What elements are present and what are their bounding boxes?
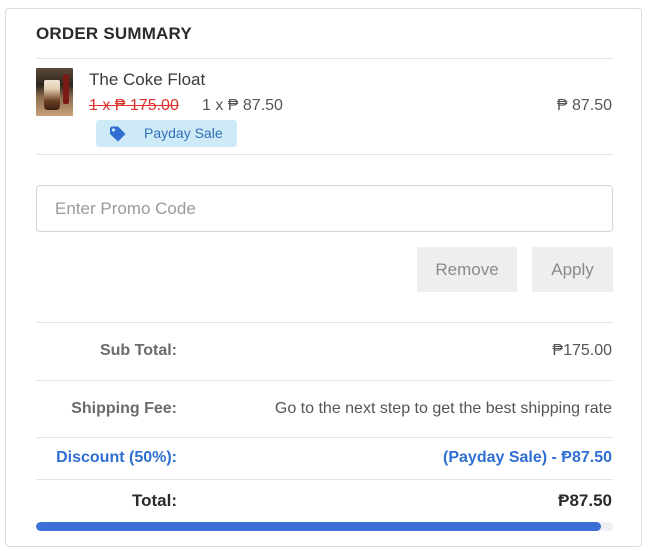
discount-label: Discount (50%):	[56, 449, 177, 466]
divider	[36, 58, 613, 59]
order-summary-title: ORDER SUMMARY	[36, 24, 192, 43]
promo-code-input[interactable]	[36, 185, 613, 232]
order-summary-card: ORDER SUMMARY The Coke Float 1 x ₱ 175.0…	[5, 8, 642, 547]
divider	[36, 322, 613, 323]
product-thumbnail	[36, 68, 73, 116]
remove-button[interactable]: Remove	[417, 247, 517, 292]
shipping-fee-value: Go to the next step to get the best ship…	[274, 400, 612, 417]
divider	[36, 380, 613, 381]
tag-icon	[110, 126, 126, 142]
divider	[36, 479, 613, 480]
divider	[36, 437, 613, 438]
shipping-fee-label: Shipping Fee:	[71, 400, 177, 417]
subtotal-value: ₱175.00	[552, 342, 612, 359]
apply-button[interactable]: Apply	[532, 247, 613, 292]
coke-bottle-shape	[63, 74, 69, 104]
checkout-progress-fill	[36, 522, 602, 531]
total-value: Ᵽ87.50	[558, 491, 612, 510]
divider	[36, 154, 613, 155]
sale-price: 1 x ₱ 87.50	[202, 97, 283, 114]
discount-value: (Payday Sale) - Ᵽ87.50	[443, 449, 612, 466]
promo-badge: Payday Sale	[96, 120, 237, 147]
promo-badge-label: Payday Sale	[144, 125, 223, 141]
line-total: ₱ 87.50	[556, 97, 612, 114]
float-glass-shape	[44, 80, 60, 110]
subtotal-label: Sub Total:	[99, 342, 177, 359]
original-price: 1 x ₱ 175.00	[89, 97, 179, 114]
total-label: Total:	[131, 491, 177, 510]
product-name: The Coke Float	[89, 70, 206, 89]
checkout-progress-bar	[36, 522, 613, 531]
